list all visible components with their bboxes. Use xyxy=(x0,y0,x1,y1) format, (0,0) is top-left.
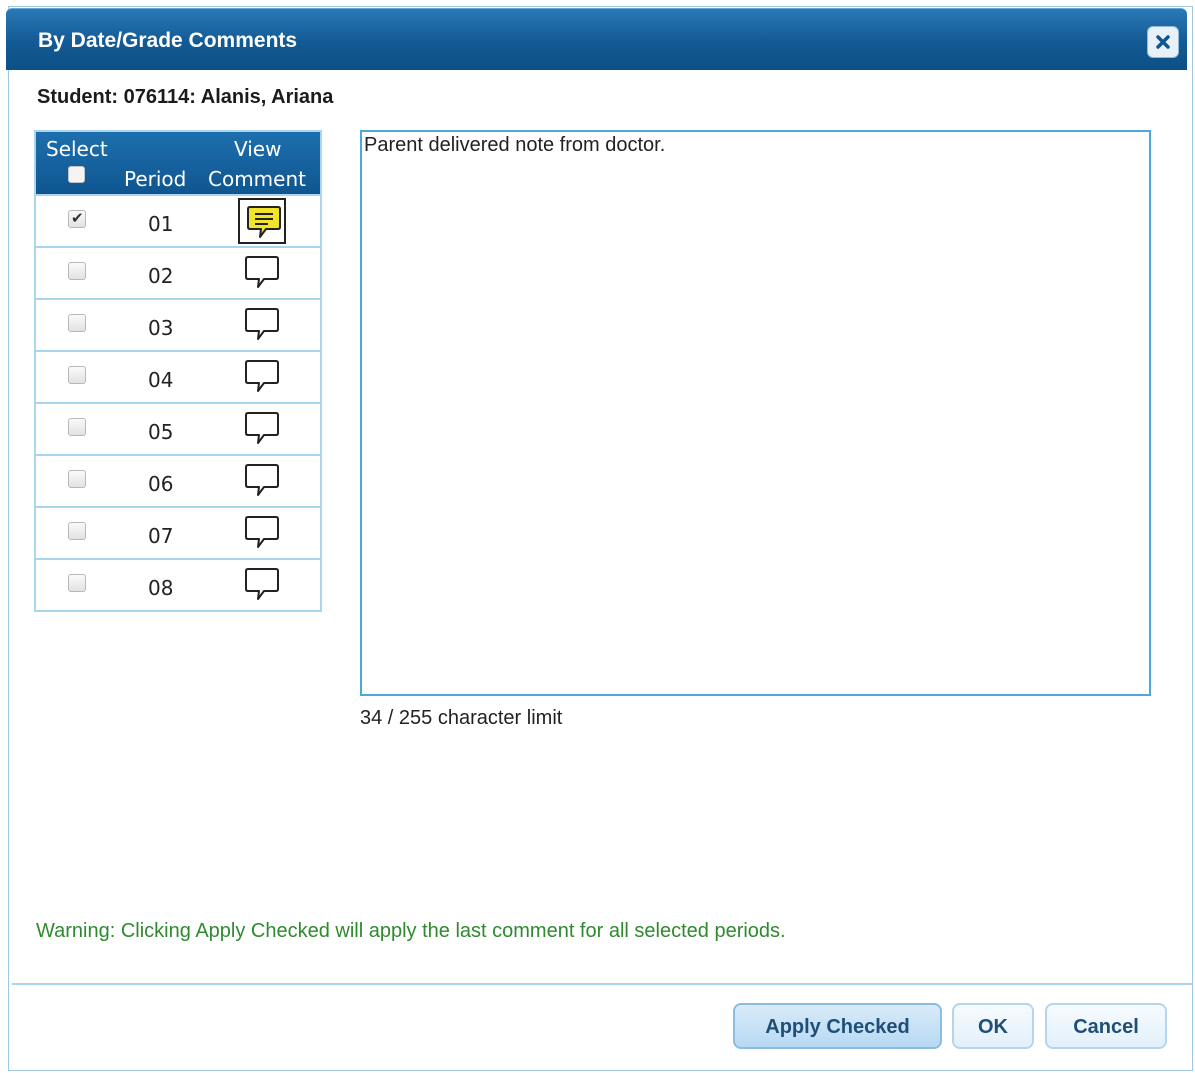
header-period: Period xyxy=(124,167,187,191)
close-button[interactable] xyxy=(1147,26,1179,58)
view-comment-button[interactable] xyxy=(238,250,286,296)
header-view: View xyxy=(234,137,282,161)
period-number: 08 xyxy=(148,576,174,600)
view-comment-button[interactable] xyxy=(238,510,286,556)
period-row: 06 xyxy=(36,454,320,506)
period-table-header: Select Period View Comment xyxy=(36,132,320,194)
view-comment-button[interactable] xyxy=(238,354,286,400)
period-row: 05 xyxy=(36,402,320,454)
comment-empty-icon xyxy=(245,516,279,548)
comment-empty-icon xyxy=(245,464,279,496)
period-number: 05 xyxy=(148,420,174,444)
dialog-title: By Date/Grade Comments xyxy=(38,29,298,52)
comment-empty-icon xyxy=(245,412,279,444)
footer-divider xyxy=(12,983,1193,985)
period-row: 03 xyxy=(36,298,320,350)
select-all-checkbox[interactable] xyxy=(68,166,85,183)
period-checkbox[interactable] xyxy=(68,209,86,228)
period-checkbox[interactable] xyxy=(68,470,86,488)
view-comment-button[interactable] xyxy=(238,198,286,244)
view-comment-button[interactable] xyxy=(238,562,286,608)
comment-filled-icon xyxy=(247,206,281,238)
period-checkbox[interactable] xyxy=(68,366,86,384)
comment-textarea[interactable]: Parent delivered note from doctor. xyxy=(360,130,1151,696)
period-row: 07 xyxy=(36,506,320,558)
warning-message: Warning: Clicking Apply Checked will app… xyxy=(36,920,786,942)
comment-empty-icon xyxy=(245,256,279,288)
period-row: 08 xyxy=(36,558,320,610)
view-comment-button[interactable] xyxy=(238,302,286,348)
student-label: Student: 076114: Alanis, Ariana xyxy=(37,86,334,108)
apply-checked-button[interactable]: Apply Checked xyxy=(733,1003,942,1049)
character-limit: 34 / 255 character limit xyxy=(360,707,563,729)
period-number: 06 xyxy=(148,472,174,496)
cancel-button[interactable]: Cancel xyxy=(1045,1003,1167,1049)
comment-text: Parent delivered note from doctor. xyxy=(364,134,666,156)
ok-button[interactable]: OK xyxy=(952,1003,1034,1049)
period-row: 04 xyxy=(36,350,320,402)
period-number: 07 xyxy=(148,524,174,548)
comment-empty-icon xyxy=(245,308,279,340)
period-checkbox[interactable] xyxy=(68,574,86,592)
period-number: 01 xyxy=(148,212,174,236)
header-select: Select xyxy=(46,137,108,161)
period-checkbox[interactable] xyxy=(68,418,86,436)
header-comment: Comment xyxy=(208,167,306,191)
period-checkbox[interactable] xyxy=(68,314,86,332)
comment-empty-icon xyxy=(245,568,279,600)
period-number: 03 xyxy=(148,316,174,340)
period-row: 02 xyxy=(36,246,320,298)
period-number: 04 xyxy=(148,368,174,392)
period-number: 02 xyxy=(148,264,174,288)
period-checkbox[interactable] xyxy=(68,262,86,280)
period-checkbox[interactable] xyxy=(68,522,86,540)
period-table: Select Period View Comment 01 02 03 04 05 06 0… xyxy=(34,130,322,612)
close-icon xyxy=(1156,35,1170,49)
comment-empty-icon xyxy=(245,360,279,392)
view-comment-button[interactable] xyxy=(238,406,286,452)
dialog-titlebar: By Date/Grade Comments xyxy=(6,8,1187,70)
period-row: 01 xyxy=(36,194,320,246)
view-comment-button[interactable] xyxy=(238,458,286,504)
